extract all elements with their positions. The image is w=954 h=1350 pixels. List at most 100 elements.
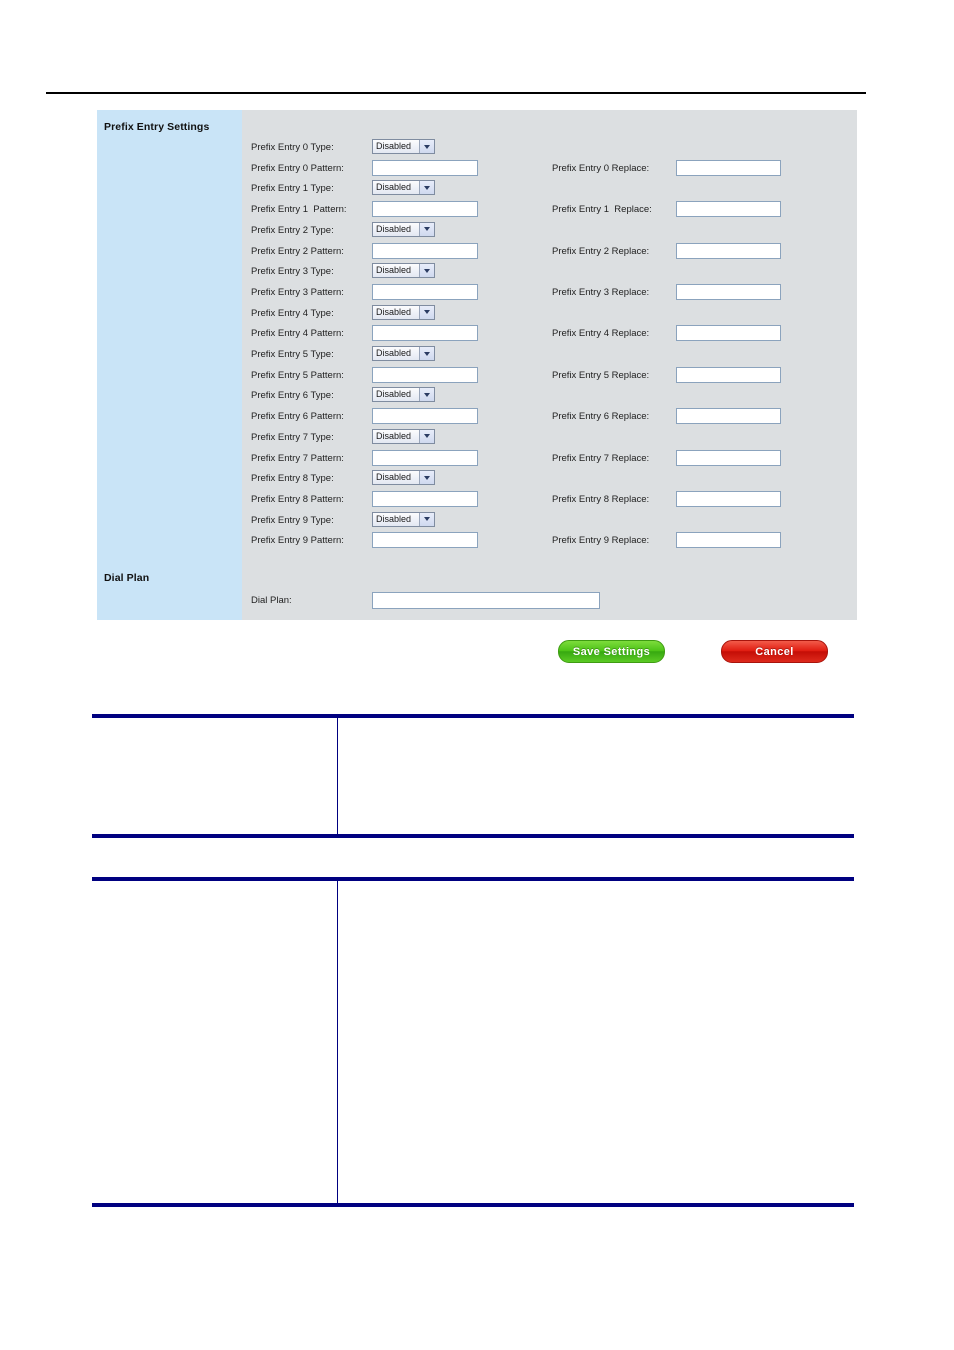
prefix-entry-9-pattern-input[interactable] (372, 532, 478, 549)
cancel-button[interactable]: Cancel (721, 640, 828, 663)
prefix-entry-5-pattern-input[interactable] (372, 366, 478, 383)
prefix-entry-7-pattern-row: Prefix Entry 7 Pattern: Prefix Entry 7 Re… (242, 448, 857, 469)
prefix-entry-4-type-select[interactable]: Disabled (372, 304, 435, 320)
prefix-entry-4-pattern-label: Prefix Entry 4 Pattern: (251, 328, 344, 340)
chevron-down-icon[interactable] (419, 388, 434, 402)
prefix-entry-9-pattern-row: Prefix Entry 9 Pattern: Prefix Entry 9 Re… (242, 530, 857, 551)
save-settings-button[interactable]: Save Settings (558, 640, 665, 663)
section-title-dial-plan: Dial Plan (104, 572, 150, 584)
prefix-entry-4-type-row: Prefix Entry 4 Type: Disabled (242, 303, 857, 324)
prefix-entry-2-pattern-input[interactable] (372, 242, 478, 259)
prefix-entry-8-type-row: Prefix Entry 8 Type: Disabled (242, 468, 857, 489)
prefix-entry-1-type-select[interactable]: Disabled (372, 180, 435, 196)
prefix-entry-2-pattern-label: Prefix Entry 2 Pattern: (251, 245, 344, 257)
prefix-entry-5-type-select[interactable]: Disabled (372, 346, 435, 361)
prefix-entry-0-type-row: Prefix Entry 0 Type: Disabled (242, 137, 857, 158)
prefix-entry-0-replace-label: Prefix Entry 0 Replace: (552, 162, 650, 174)
chevron-down-icon[interactable] (419, 429, 434, 443)
prefix-entry-0-pattern-input[interactable] (372, 159, 478, 176)
table-column-divider (337, 881, 338, 1203)
prefix-entry-1-replace-label: Prefix Entry 1 Replace: (552, 204, 652, 216)
prefix-entry-8-replace-label: Prefix Entry 8 Replace: (552, 493, 650, 505)
prefix-entry-4-replace-input[interactable] (676, 325, 781, 342)
prefix-entry-3-type-select[interactable]: Disabled (372, 263, 435, 279)
dial-plan-input[interactable] (372, 592, 600, 609)
prefix-entry-6-pattern-label: Prefix Entry 6 Pattern: (251, 411, 344, 423)
panel-section-sidebar: Prefix Entry Settings Dial Plan (97, 110, 242, 620)
prefix-entry-8-replace-input[interactable] (676, 490, 781, 507)
prefix-entry-3-pattern-label: Prefix Entry 3 Pattern: (251, 286, 344, 298)
prefix-entry-7-type-label: Prefix Entry 7 Type: (251, 431, 334, 443)
prefix-entry-2-replace-input[interactable] (676, 242, 781, 259)
chevron-down-icon[interactable] (419, 264, 434, 278)
chevron-down-icon[interactable] (419, 347, 434, 360)
prefix-entry-8-type-select[interactable]: Disabled (372, 470, 435, 486)
prefix-entry-1-type-label: Prefix Entry 1 Type: (251, 183, 334, 195)
prefix-entry-9-pattern-label: Prefix Entry 9 Pattern: (251, 535, 344, 547)
prefix-entry-3-pattern-input[interactable] (372, 283, 478, 300)
prefix-entry-0-pattern-label: Prefix Entry 0 Pattern: (251, 162, 344, 174)
prefix-entry-8-pattern-input[interactable] (372, 490, 478, 507)
prefix-entry-7-pattern-input[interactable] (372, 449, 478, 466)
prefix-entry-5-type-row: Prefix Entry 5 Type: Disabled (242, 344, 857, 365)
prefix-entry-5-type-label: Prefix Entry 5 Type: (251, 349, 334, 360)
prefix-entry-3-replace-label: Prefix Entry 3 Replace: (552, 286, 650, 298)
prefix-entry-7-replace-input[interactable] (676, 449, 781, 466)
table-bottom-rule (92, 1203, 854, 1207)
select-value: Disabled (376, 430, 412, 441)
chevron-down-icon[interactable] (419, 222, 434, 236)
prefix-entry-5-replace-input[interactable] (676, 366, 781, 383)
select-value: Disabled (376, 513, 412, 524)
prefix-entry-6-replace-input[interactable] (676, 408, 781, 425)
prefix-entry-6-replace-label: Prefix Entry 6 Replace: (552, 411, 650, 423)
prefix-entry-6-type-select[interactable]: Disabled (372, 387, 435, 403)
prefix-entry-1-pattern-input[interactable] (372, 201, 478, 218)
prefix-entry-2-type-label: Prefix Entry 2 Type: (251, 224, 334, 236)
table-top-rule (92, 714, 854, 718)
prefix-entry-7-type-select[interactable]: Disabled (372, 428, 435, 444)
chevron-down-icon[interactable] (419, 140, 434, 153)
section-title-prefix-entry-settings: Prefix Entry Settings (104, 121, 210, 133)
description-table-1 (92, 714, 854, 838)
prefix-entry-2-pattern-row: Prefix Entry 2 Pattern: Prefix Entry 2 Re… (242, 241, 857, 262)
prefix-entry-4-type-label: Prefix Entry 4 Type: (251, 307, 334, 319)
settings-form-area: Prefix Entry 0 Type: Disabled Prefix Entry… (242, 110, 857, 620)
select-value: Disabled (376, 141, 412, 151)
prefix-entry-2-type-row: Prefix Entry 2 Type: Disabled (242, 220, 857, 241)
prefix-entry-1-pattern-label: Prefix Entry 1 Pattern: (251, 204, 347, 216)
prefix-entry-9-type-row: Prefix Entry 9 Type: Disabled (242, 510, 857, 531)
prefix-entry-4-pattern-row: Prefix Entry 4 Pattern: Prefix Entry 4 Re… (242, 323, 857, 344)
select-value: Disabled (376, 265, 412, 276)
prefix-entry-2-type-select[interactable]: Disabled (372, 221, 435, 237)
prefix-entry-3-pattern-row: Prefix Entry 3 Pattern: Prefix Entry 3 Re… (242, 282, 857, 303)
cancel-label: Cancel (755, 645, 794, 658)
prefix-entry-6-type-label: Prefix Entry 6 Type: (251, 390, 334, 402)
chevron-down-icon[interactable] (419, 471, 434, 485)
select-value: Disabled (376, 472, 412, 483)
prefix-entry-2-replace-label: Prefix Entry 2 Replace: (552, 245, 650, 257)
prefix-entry-3-type-row: Prefix Entry 3 Type: Disabled (242, 261, 857, 282)
prefix-entry-settings-panel: Prefix Entry Settings Dial Plan Prefix E… (97, 110, 857, 620)
chevron-down-icon[interactable] (419, 305, 434, 319)
prefix-entry-3-type-label: Prefix Entry 3 Type: (251, 266, 334, 278)
chevron-down-icon[interactable] (419, 512, 434, 526)
prefix-entry-0-type-select[interactable]: Disabled (372, 139, 435, 154)
prefix-entry-0-replace-input[interactable] (676, 159, 781, 176)
prefix-entry-9-type-select[interactable]: Disabled (372, 511, 435, 527)
chevron-down-icon[interactable] (419, 181, 434, 195)
prefix-entry-3-replace-input[interactable] (676, 283, 781, 300)
prefix-entry-5-replace-label: Prefix Entry 5 Replace: (552, 369, 650, 381)
prefix-entry-9-type-label: Prefix Entry 9 Type: (251, 514, 334, 526)
table-column-divider (337, 718, 338, 834)
prefix-entry-5-pattern-row: Prefix Entry 5 Pattern: Prefix Entry 5 Re… (242, 365, 857, 386)
prefix-entry-9-replace-label: Prefix Entry 9 Replace: (552, 535, 650, 547)
prefix-entry-0-type-label: Prefix Entry 0 Type: (251, 142, 334, 153)
prefix-entry-1-replace-input[interactable] (676, 201, 781, 218)
prefix-entry-4-pattern-input[interactable] (372, 325, 478, 342)
prefix-entry-9-replace-input[interactable] (676, 532, 781, 549)
dial-plan-label: Dial Plan: (251, 595, 292, 606)
dial-plan-row: Dial Plan: (242, 590, 857, 611)
prefix-entry-5-pattern-label: Prefix Entry 5 Pattern: (251, 369, 344, 381)
prefix-entry-6-pattern-input[interactable] (372, 408, 478, 425)
select-value: Disabled (376, 348, 412, 358)
